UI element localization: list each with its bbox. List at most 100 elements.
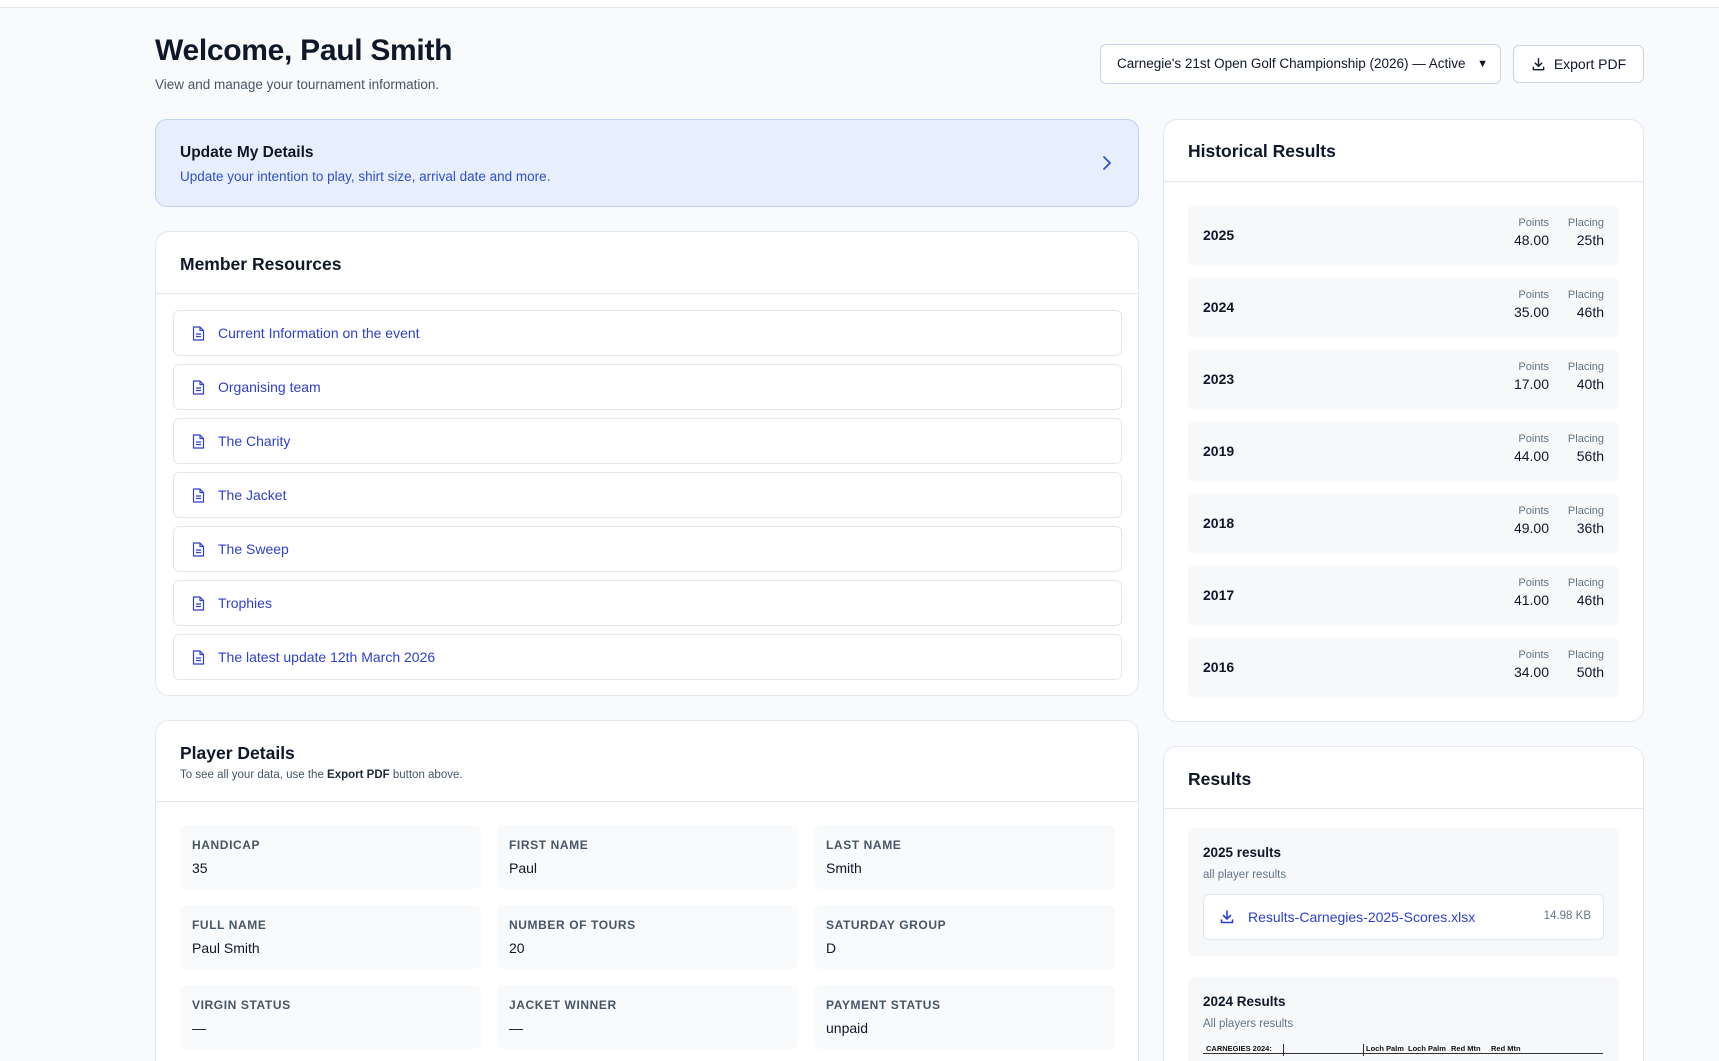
results-block-2024: 2024 Results All players results CARNEGI…: [1188, 977, 1619, 1061]
points-label: Points: [1518, 217, 1549, 229]
preview-col-header: Red Mtn: [1491, 1044, 1521, 1053]
history-placing: Placing 46th: [1568, 577, 1604, 608]
results-file-link[interactable]: Results-Carnegies-2025-Scores.xlsx 14.98…: [1203, 894, 1604, 940]
history-points: Points 44.00: [1514, 433, 1549, 464]
history-row: 2023 Points 17.00 Placing 40th: [1188, 349, 1619, 409]
document-icon: [192, 596, 205, 611]
placing-label: Placing: [1567, 505, 1604, 517]
history-year: 2017: [1203, 587, 1235, 603]
player-field: PAYMENT STATUS unpaid: [814, 985, 1115, 1049]
history-year: 2016: [1203, 659, 1235, 675]
player-field-label: JACKET WINNER: [509, 998, 617, 1012]
placing-value: 46th: [1576, 304, 1604, 320]
points-value: 17.00: [1513, 376, 1549, 392]
points-value: 48.00: [1513, 232, 1549, 248]
resource-link-label: Organising team: [218, 379, 321, 395]
preview-label: CARNEGIES 2024:: [1206, 1044, 1272, 1053]
player-field-value: Paul: [509, 860, 538, 876]
points-value: 34.00: [1513, 664, 1549, 680]
player-field-label: VIRGIN STATUS: [192, 998, 291, 1012]
player-field: FULL NAME Paul Smith: [180, 905, 481, 969]
tournament-select[interactable]: Carnegie's 21st Open Golf Championship (…: [1100, 44, 1501, 84]
resource-link[interactable]: Organising team: [173, 364, 1122, 410]
player-field-value: D: [826, 940, 837, 956]
resource-link-label: Current Information on the event: [218, 325, 420, 341]
resource-link[interactable]: Trophies: [173, 580, 1122, 626]
player-field-value: 35: [192, 860, 208, 876]
placing-label: Placing: [1567, 289, 1604, 301]
placing-label: Placing: [1567, 577, 1604, 589]
points-label: Points: [1518, 649, 1549, 661]
preview-rule: [1203, 1053, 1603, 1054]
results-header: Results: [1164, 747, 1643, 809]
resource-link[interactable]: The latest update 12th March 2026: [173, 634, 1122, 680]
resource-link[interactable]: The Sweep: [173, 526, 1122, 572]
points-label: Points: [1518, 361, 1549, 373]
history-points: Points 34.00: [1514, 649, 1549, 680]
resource-link[interactable]: Current Information on the event: [173, 310, 1122, 356]
player-field-label: HANDICAP: [192, 838, 261, 852]
resource-link-label: The latest update 12th March 2026: [218, 649, 436, 665]
player-field-value: unpaid: [826, 1020, 869, 1036]
results-spreadsheet-preview[interactable]: CARNEGIES 2024: Loch Palm Loch Palm Red …: [1203, 1044, 1604, 1061]
player-details-header: Player Details To see all your data, use…: [156, 721, 1138, 802]
results-block-subtitle: All players results: [1203, 1018, 1294, 1030]
download-icon: [1532, 57, 1545, 70]
history-placing: Placing 50th: [1568, 649, 1604, 680]
resource-link[interactable]: The Jacket: [173, 472, 1122, 518]
history-points: Points 17.00: [1514, 361, 1549, 392]
historical-results-header: Historical Results: [1164, 120, 1643, 182]
preview-divider: [1283, 1044, 1284, 1056]
chevron-down-icon: ▼: [1477, 58, 1488, 70]
player-field-value: Smith: [826, 860, 862, 876]
preview-col-header: Red Mtn: [1451, 1044, 1481, 1053]
document-icon: [192, 380, 205, 395]
points-value: 41.00: [1513, 592, 1549, 608]
page-header: Welcome, Paul Smith View and manage your…: [155, 34, 1644, 96]
player-field-value: —: [509, 1020, 523, 1036]
historical-results-card: Historical Results 2025 Points 48.00 Placin…: [1163, 119, 1644, 722]
resource-link-label: The Charity: [218, 433, 291, 449]
placing-value: 50th: [1576, 664, 1604, 680]
history-placing: Placing 25th: [1568, 217, 1604, 248]
history-points: Points 41.00: [1514, 577, 1549, 608]
historical-results-title: Historical Results: [1188, 141, 1336, 161]
history-placing: Placing 56th: [1568, 433, 1604, 464]
history-row: 2024 Points 35.00 Placing 46th: [1188, 277, 1619, 337]
results-block-title: 2024 Results: [1203, 994, 1286, 1009]
placing-label: Placing: [1567, 433, 1604, 445]
export-pdf-label: Export PDF: [1553, 56, 1627, 72]
history-placing: Placing 46th: [1568, 289, 1604, 320]
history-points: Points 48.00: [1514, 217, 1549, 248]
update-details-card[interactable]: Update My Details Update your intention …: [155, 119, 1139, 207]
results-block-title: 2025 results: [1203, 845, 1282, 860]
player-field: JACKET WINNER —: [497, 985, 798, 1049]
results-block-subtitle: all player results: [1203, 869, 1287, 881]
results-card: Results 2025 results all player results …: [1163, 746, 1644, 1061]
placing-value: 36th: [1576, 520, 1604, 536]
player-field-value: —: [192, 1020, 206, 1036]
history-row: 2019 Points 44.00 Placing 56th: [1188, 421, 1619, 481]
update-details-title: Update My Details: [180, 144, 314, 161]
history-row: 2018 Points 49.00 Placing 36th: [1188, 493, 1619, 553]
export-pdf-button[interactable]: Export PDF: [1513, 45, 1644, 83]
document-icon: [192, 434, 205, 449]
points-label: Points: [1518, 577, 1549, 589]
history-year: 2024: [1203, 299, 1235, 315]
history-points: Points 49.00: [1514, 505, 1549, 536]
player-field-value: Paul Smith: [192, 940, 260, 956]
player-field: NUMBER OF TOURS 20: [497, 905, 798, 969]
note-text: To see all your data, use the: [180, 769, 328, 781]
resource-link[interactable]: The Charity: [173, 418, 1122, 464]
history-placing: Placing 40th: [1568, 361, 1604, 392]
preview-col-header: Loch Palm: [1408, 1044, 1446, 1053]
resource-link-label: The Sweep: [218, 541, 289, 557]
chevron-right-icon: [1103, 156, 1111, 170]
player-field-label: SATURDAY GROUP: [826, 918, 947, 932]
results-title: Results: [1188, 769, 1252, 789]
preview-divider: [1363, 1044, 1364, 1056]
history-row: 2016 Points 34.00 Placing 50th: [1188, 637, 1619, 697]
history-row: 2025 Points 48.00 Placing 25th: [1188, 205, 1619, 265]
player-field-label: NUMBER OF TOURS: [509, 918, 636, 932]
player-field-label: FIRST NAME: [509, 838, 589, 852]
